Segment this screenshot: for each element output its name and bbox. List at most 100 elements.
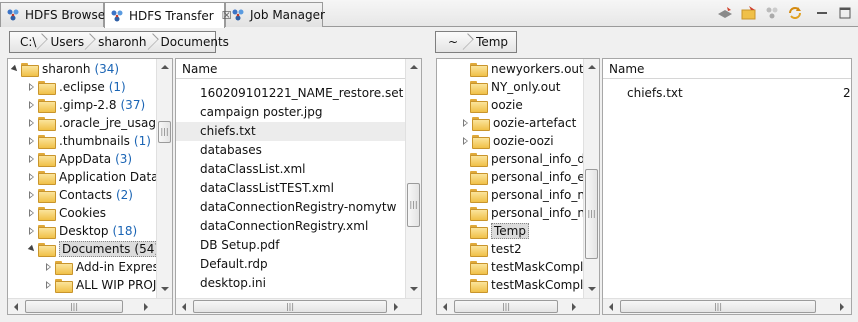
- scroll-down-button[interactable]: [406, 281, 421, 297]
- breadcrumb-sharonh[interactable]: sharonh: [92, 32, 154, 52]
- file-list-vertical-scrollbar[interactable]: |||: [405, 59, 421, 298]
- scroll-down-button[interactable]: [157, 281, 172, 297]
- tree-item[interactable]: personal_info_na: [437, 186, 592, 204]
- tree-item-documents[interactable]: Documents (54): [8, 240, 163, 258]
- tree-item-all-wip-proj[interactable]: ALL WIP PROJ: [8, 276, 160, 294]
- collapsed-arrow-icon[interactable]: [29, 119, 35, 127]
- scroll-left-button[interactable]: [603, 299, 619, 314]
- collapsed-arrow-icon[interactable]: [29, 227, 35, 235]
- scroll-up-button[interactable]: [406, 59, 421, 75]
- breadcrumb-users[interactable]: Users: [44, 32, 92, 52]
- upload-icon[interactable]: [716, 4, 734, 22]
- scroll-right-button[interactable]: [566, 299, 582, 314]
- tab-hdfs-transfer[interactable]: HDFS Transfer ☒: [104, 2, 232, 28]
- scroll-right-button[interactable]: [138, 299, 154, 314]
- scroll-thumb[interactable]: |||: [407, 183, 420, 227]
- column-header-name[interactable]: Name: [603, 59, 851, 79]
- tab-hdfs-browser[interactable]: HDFS Browser: [0, 2, 110, 27]
- minimize-icon[interactable]: [813, 4, 831, 22]
- scroll-thumb[interactable]: |||: [454, 300, 558, 313]
- file-list-horizontal-scrollbar[interactable]: |||: [176, 298, 421, 314]
- breadcrumb-documents[interactable]: Documents: [155, 32, 237, 52]
- collapsed-arrow-icon[interactable]: [46, 281, 52, 289]
- scroll-right-button[interactable]: [388, 299, 404, 314]
- tree-item-gimp[interactable]: .gimp-2.8 (37): [8, 96, 145, 114]
- close-icon[interactable]: ☒: [222, 9, 232, 22]
- tree-item-thumbnails[interactable]: .thumbnails (1): [8, 132, 151, 150]
- file-row[interactable]: dataClassListTEST.xml: [200, 179, 405, 198]
- file-row[interactable]: dataConnectionRegistry-nomytw: [200, 198, 405, 217]
- expanded-arrow-icon[interactable]: [10, 64, 20, 74]
- scroll-thumb[interactable]: |||: [620, 300, 816, 313]
- scroll-thumb[interactable]: |||: [585, 169, 598, 259]
- tree-item-appdata[interactable]: AppData (3): [8, 150, 132, 168]
- tree-item[interactable]: newyorkers.out: [437, 60, 584, 78]
- tree-item[interactable]: personal_info_de: [437, 150, 592, 168]
- tab-job-manager[interactable]: Job Manager: [225, 2, 325, 27]
- tree-item-contacts[interactable]: Contacts (2): [8, 186, 133, 204]
- hdfs-tree-vertical-scrollbar[interactable]: |||: [583, 59, 599, 298]
- transfer-icon[interactable]: [763, 4, 781, 22]
- tree-item[interactable]: oozie: [437, 96, 523, 114]
- scroll-thumb[interactable]: |||: [25, 300, 123, 313]
- download-folder-icon[interactable]: [740, 4, 758, 22]
- expanded-arrow-icon[interactable]: [27, 244, 37, 254]
- file-row[interactable]: campaign poster.jpg: [200, 103, 405, 122]
- tree-item-cookies[interactable]: Cookies: [8, 204, 110, 222]
- tree-vertical-scrollbar[interactable]: |||: [156, 59, 172, 298]
- file-row[interactable]: desktop.ini: [200, 274, 405, 293]
- scroll-right-button[interactable]: [834, 299, 850, 314]
- scroll-up-button[interactable]: [584, 59, 599, 75]
- tree-item[interactable]: testMaskComple: [437, 258, 591, 276]
- collapsed-arrow-icon[interactable]: [29, 137, 35, 145]
- tree-item-application-data[interactable]: Application Data: [8, 168, 163, 186]
- hdfs-tree-horizontal-scrollbar[interactable]: |||: [437, 298, 599, 314]
- collapsed-arrow-icon[interactable]: [29, 155, 35, 163]
- file-row[interactable]: chiefs.txt: [627, 84, 827, 103]
- scroll-left-button[interactable]: [176, 299, 192, 314]
- file-row[interactable]: databases: [200, 141, 405, 160]
- scroll-up-button[interactable]: [157, 59, 172, 75]
- file-row[interactable]: DB Setup.pdf: [200, 236, 405, 255]
- tree-item[interactable]: personal_info_en: [437, 168, 592, 186]
- scroll-down-button[interactable]: [584, 281, 599, 297]
- tree-item-sharonh[interactable]: sharonh (34): [8, 60, 119, 78]
- scroll-thumb[interactable]: |||: [193, 300, 387, 313]
- file-row[interactable]: 160209101221_NAME_restore.set: [200, 84, 405, 103]
- breadcrumb-temp[interactable]: Temp: [470, 32, 516, 52]
- tree-item[interactable]: test2: [437, 240, 522, 258]
- tree-item-desktop[interactable]: Desktop (18): [8, 222, 137, 240]
- breadcrumb-root[interactable]: C:\: [10, 32, 44, 52]
- collapsed-arrow-icon[interactable]: [46, 263, 52, 271]
- tree-item[interactable]: oozie-oozi: [437, 132, 554, 150]
- collapsed-arrow-icon[interactable]: [29, 173, 35, 181]
- tree-item-temp[interactable]: Temp: [437, 222, 529, 240]
- tree-item-eclipse[interactable]: .eclipse (1): [8, 78, 126, 96]
- collapsed-arrow-icon[interactable]: [463, 137, 469, 145]
- tree-item-oracle[interactable]: .oracle_jre_usage: [8, 114, 167, 132]
- sync-icon[interactable]: [786, 4, 804, 22]
- file-row[interactable]: dataConnectionRegistry.xml: [200, 217, 405, 236]
- column-header-name[interactable]: Name: [176, 59, 405, 79]
- tree-item[interactable]: oozie-artefact: [437, 114, 576, 132]
- scroll-left-button[interactable]: [437, 299, 453, 314]
- tree-horizontal-scrollbar[interactable]: |||: [8, 298, 172, 314]
- folder-icon: [38, 225, 56, 239]
- scroll-left-button[interactable]: [8, 299, 24, 314]
- collapsed-arrow-icon[interactable]: [29, 191, 35, 199]
- tree-item-add-in-express[interactable]: Add-in Expres: [8, 258, 163, 276]
- tree-item[interactable]: NY_only.out: [437, 78, 560, 96]
- file-row[interactable]: chiefs.txt: [176, 122, 405, 141]
- collapsed-arrow-icon[interactable]: [29, 101, 35, 109]
- collapsed-arrow-icon[interactable]: [29, 209, 35, 217]
- tree-item[interactable]: personal_info_na: [437, 204, 592, 222]
- collapsed-arrow-icon[interactable]: [29, 83, 35, 91]
- scroll-thumb[interactable]: |||: [158, 121, 171, 143]
- tree-item[interactable]: testMaskComple: [437, 276, 591, 294]
- file-row[interactable]: dataClassList.xml: [200, 160, 405, 179]
- maximize-icon[interactable]: [836, 4, 854, 22]
- file-row[interactable]: Default.rdp: [200, 255, 405, 274]
- hdfs-file-list-horizontal-scrollbar[interactable]: |||: [603, 298, 851, 314]
- breadcrumb-home[interactable]: ~: [436, 32, 470, 52]
- collapsed-arrow-icon[interactable]: [463, 119, 469, 127]
